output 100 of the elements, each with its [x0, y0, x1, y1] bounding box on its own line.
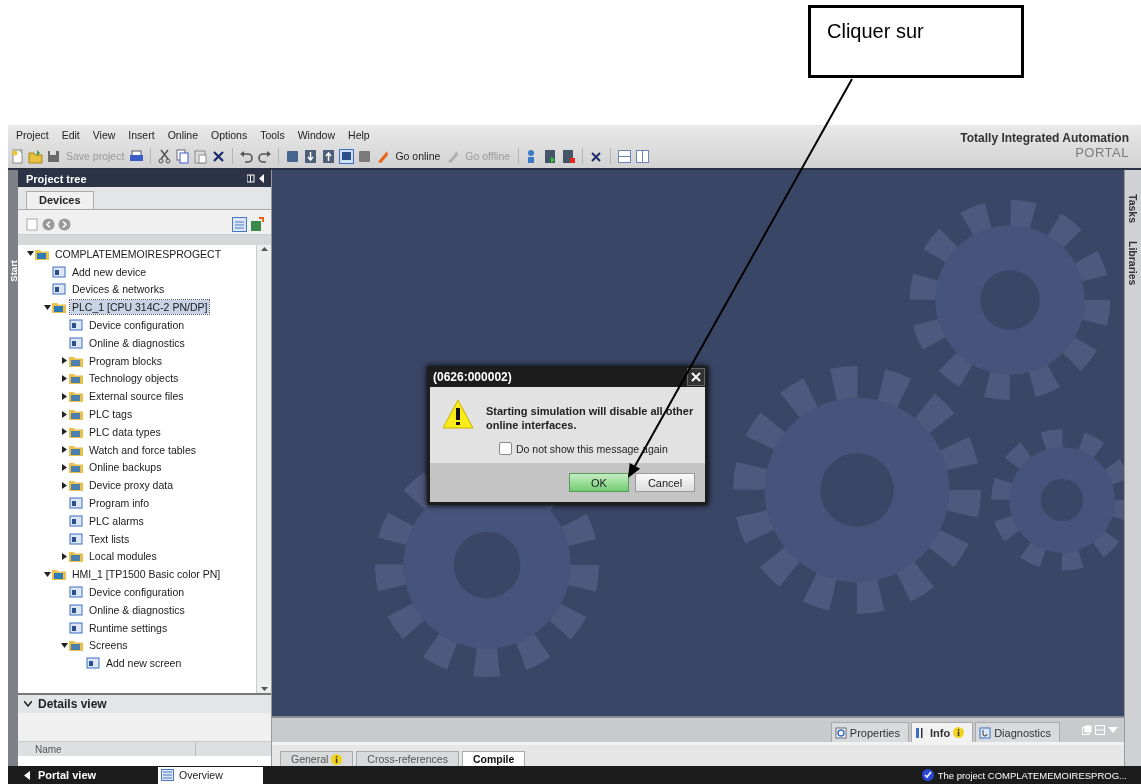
menu-item[interactable]: Options — [205, 129, 255, 141]
menu-item[interactable]: Help — [342, 129, 377, 141]
expand-arrow-icon[interactable] — [60, 357, 68, 365]
tree-item[interactable]: Program info — [87, 496, 152, 511]
close-icon[interactable] — [691, 371, 701, 382]
menu-item[interactable]: Online — [161, 129, 205, 141]
start-strip[interactable]: Start — [8, 170, 18, 766]
redo-icon[interactable] — [257, 148, 273, 164]
upload-icon[interactable] — [321, 148, 337, 164]
expand-arrow-icon[interactable] — [60, 463, 68, 471]
undo-icon[interactable] — [239, 148, 255, 164]
tree-item[interactable]: Runtime settings — [87, 620, 170, 635]
expand-arrow-icon[interactable] — [60, 481, 68, 489]
menu-item[interactable]: Insert — [122, 129, 162, 141]
expand-arrow-icon[interactable] — [26, 250, 34, 258]
item-icon — [69, 336, 83, 349]
tree-item[interactable]: Device configuration — [87, 585, 187, 600]
folder-icon — [69, 372, 83, 385]
side-tab[interactable]: Tasks — [1127, 190, 1139, 227]
print-icon[interactable] — [129, 148, 145, 164]
menu-item[interactable]: Window — [291, 129, 343, 141]
dialog-button[interactable]: Cancel — [635, 473, 695, 492]
open-project-icon[interactable] — [28, 148, 43, 164]
expand-arrow-icon[interactable] — [60, 392, 68, 400]
folder-icon — [69, 443, 83, 456]
tree-item[interactable]: External source files — [87, 389, 186, 404]
column-header[interactable]: Name — [35, 743, 62, 755]
tree-item[interactable]: Devices & networks — [70, 282, 167, 297]
tree-item[interactable]: PLC data types — [87, 424, 163, 439]
expand-arrow-icon[interactable] — [60, 446, 68, 454]
collapse-panel-icon[interactable] — [247, 174, 265, 183]
overview-label[interactable]: Overview — [179, 769, 223, 781]
dialog-button[interactable]: OK — [569, 473, 629, 492]
folder-icon — [69, 425, 83, 438]
portal-view-link[interactable]: Portal view — [38, 769, 97, 781]
item-icon — [69, 319, 83, 332]
menu-item[interactable]: Project — [10, 129, 56, 141]
split-vertical-icon[interactable] — [635, 148, 651, 164]
expand-arrow-icon[interactable] — [60, 410, 68, 418]
item-icon — [69, 621, 83, 634]
tree-item[interactable]: Online & diagnostics — [87, 602, 187, 617]
menu-item[interactable]: View — [86, 129, 123, 141]
tree-item[interactable]: Add new screen — [104, 656, 184, 671]
download-icon[interactable] — [303, 148, 319, 164]
tree-item[interactable]: Online backups — [87, 460, 164, 475]
simulation-icon[interactable] — [339, 148, 355, 164]
start-label[interactable]: Start — [7, 260, 19, 282]
side-tab[interactable]: Libraries — [1127, 237, 1139, 290]
item-icon — [69, 586, 83, 599]
scroll-down-icon[interactable] — [260, 687, 268, 691]
inspector-subtab[interactable]: General — [280, 751, 354, 766]
scrollbar[interactable] — [256, 245, 271, 693]
copy-icon[interactable] — [175, 148, 191, 164]
menu-item[interactable]: Edit — [55, 129, 87, 141]
tree-item[interactable]: Technology objects — [87, 371, 181, 386]
forward-icon[interactable] — [58, 217, 71, 231]
scroll-up-icon[interactable] — [260, 247, 268, 251]
expand-arrow-icon[interactable] — [43, 570, 51, 578]
inspector-subtab[interactable]: Compile — [461, 751, 526, 766]
delete-icon[interactable] — [211, 148, 227, 164]
toolbar-text-button[interactable]: Go online — [393, 150, 443, 162]
tree-item[interactable]: Screens — [87, 638, 130, 653]
expand-arrow-icon[interactable] — [60, 428, 68, 436]
device-add-icon[interactable] — [250, 216, 265, 232]
folder-icon — [69, 479, 83, 492]
folder-icon — [69, 639, 83, 652]
expand-arrow-icon[interactable] — [43, 303, 51, 311]
split-horizontal-icon[interactable] — [617, 148, 633, 164]
save-icon[interactable] — [46, 148, 61, 164]
expand-arrow-icon[interactable] — [60, 641, 68, 649]
inspector-tab[interactable]: Info — [910, 722, 974, 742]
tree-item[interactable]: Device configuration — [87, 318, 187, 333]
tree-item[interactable]: PLC alarms — [87, 513, 146, 528]
tree-item[interactable]: Local modules — [87, 549, 159, 564]
tree-item[interactable]: HMI_1 [TP1500 Basic color PN] — [70, 567, 223, 582]
tree-item[interactable]: Device proxy data — [87, 478, 176, 493]
overview-tab[interactable]: Overview — [158, 766, 263, 784]
back-icon[interactable] — [24, 770, 30, 780]
details-view-title[interactable]: Details view — [38, 697, 107, 711]
stop-cpu-icon[interactable] — [561, 148, 577, 164]
overview-view-icon[interactable] — [232, 216, 247, 232]
inspector-tab[interactable]: Diagnostics — [975, 722, 1060, 742]
warning-icon — [442, 399, 474, 429]
tree-item[interactable]: Watch and force tables — [87, 442, 198, 457]
tree-item[interactable]: Text lists — [87, 531, 132, 546]
tree-item[interactable]: PLC tags — [87, 407, 135, 422]
expand-arrow-icon[interactable] — [60, 552, 68, 560]
cut-icon[interactable] — [157, 148, 173, 164]
expand-arrow-icon[interactable] — [60, 374, 68, 382]
menu-item[interactable]: Tools — [254, 129, 292, 141]
tree-item[interactable]: COMPLATEMEMOIRESPROGECT — [53, 246, 224, 261]
checkbox[interactable] — [499, 442, 512, 455]
tree-item[interactable]: PLC_1 [CPU 314C-2 PN/DP] — [70, 300, 210, 315]
close-button[interactable] — [687, 367, 705, 386]
inspector-tab[interactable]: Properties — [830, 722, 909, 742]
inspector-subtab[interactable]: Cross-references — [356, 751, 459, 766]
tree-item[interactable]: Online & diagnostics — [87, 335, 187, 350]
panel-tab[interactable]: Devices — [26, 191, 94, 209]
tree-item[interactable]: Add new device — [70, 264, 149, 279]
tree-item[interactable]: Program blocks — [87, 353, 164, 368]
